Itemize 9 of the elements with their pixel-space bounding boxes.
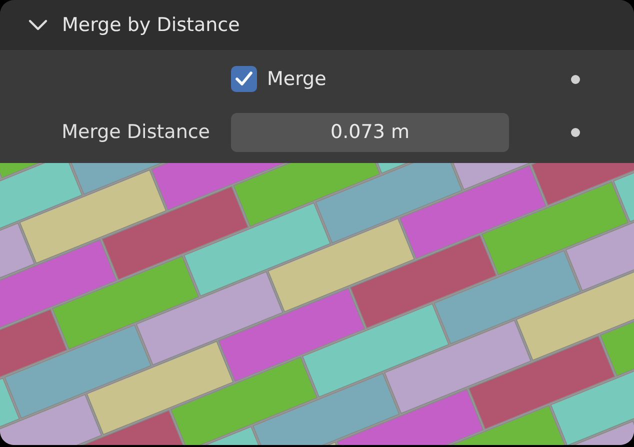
panel-title: Merge by Distance <box>62 14 240 36</box>
keyframe-dot-icon[interactable] <box>571 74 580 84</box>
checkbox[interactable] <box>231 66 257 92</box>
checkbox-label[interactable]: Merge <box>267 68 326 90</box>
number-field[interactable]: 0.073 m <box>231 112 509 152</box>
keyframe-dot-icon[interactable] <box>571 128 580 136</box>
property-label: Merge Distance <box>60 121 211 143</box>
checkmark-icon <box>235 71 253 87</box>
chevron-icon[interactable] <box>28 19 48 31</box>
